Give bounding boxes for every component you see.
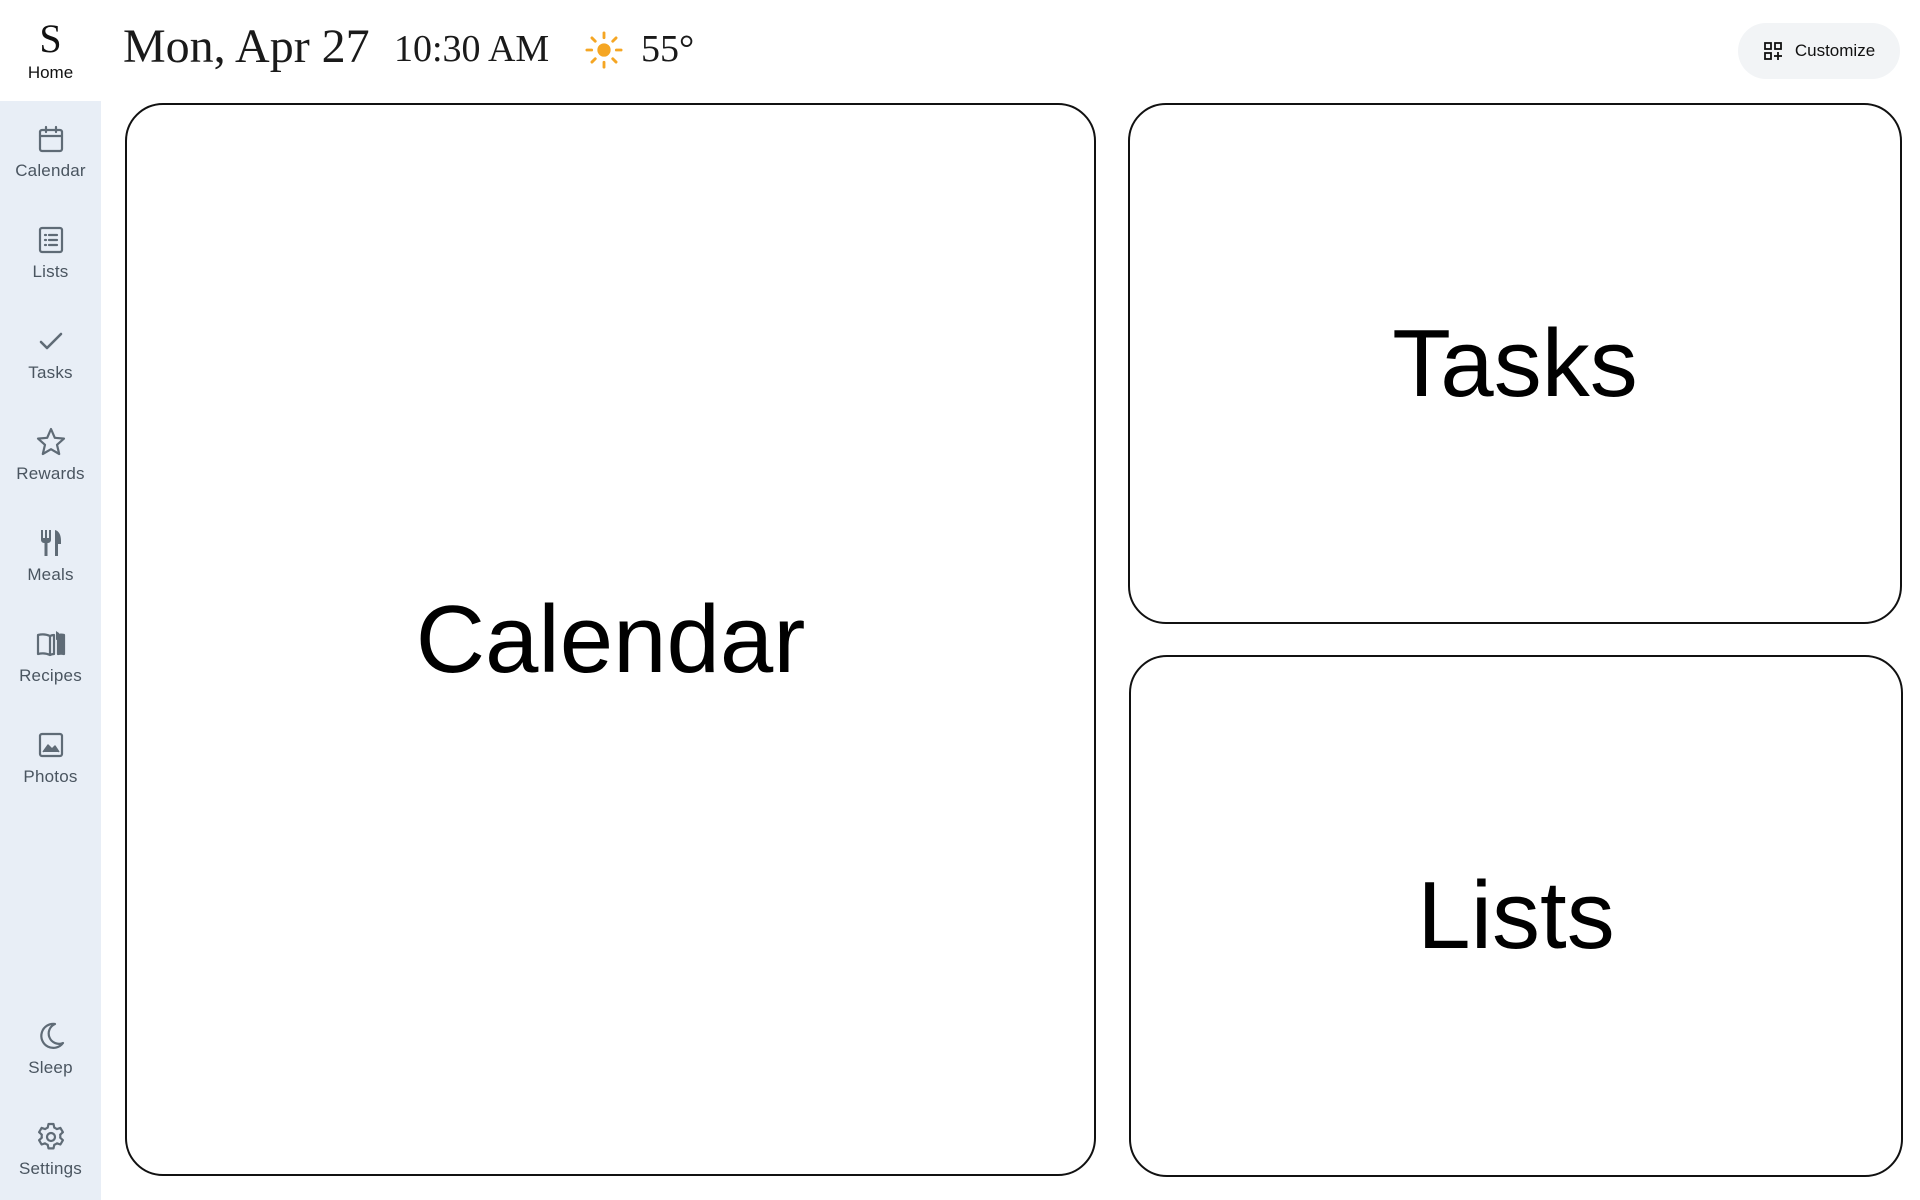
sidebar-item-label: Home xyxy=(27,62,74,82)
sidebar-item-label: Recipes xyxy=(19,666,82,685)
lists-widget[interactable]: Lists xyxy=(1129,655,1903,1177)
calendar-icon xyxy=(38,125,63,153)
customize-button-label: Customize xyxy=(1794,41,1876,60)
date-display: Mon, Apr 27 xyxy=(123,20,370,73)
sidebar-item-label: Meals xyxy=(27,565,74,584)
list-icon xyxy=(38,226,63,254)
widget-title: Tasks xyxy=(1392,309,1638,417)
photo-icon xyxy=(38,732,63,758)
calendar-widget[interactable]: Calendar xyxy=(125,103,1096,1176)
sidebar-item-label: Tasks xyxy=(28,363,73,382)
sidebar-item-rewards[interactable]: Rewards xyxy=(0,410,101,500)
recipe-book-icon xyxy=(36,631,65,657)
sidebar-item-sleep[interactable]: Sleep xyxy=(0,1004,101,1094)
time-display: 10:30 AM xyxy=(394,28,550,70)
app-root: S Home Calendar Lists Tasks Rewards Meal… xyxy=(0,0,1920,1200)
sidebar-item-tasks[interactable]: Tasks xyxy=(0,309,101,399)
moon-icon xyxy=(39,1022,64,1049)
widget-title: Calendar xyxy=(415,585,806,693)
fork-knife-icon xyxy=(40,530,61,556)
tasks-widget[interactable]: Tasks xyxy=(1128,103,1902,624)
sidebar-item-label: Rewards xyxy=(16,464,85,483)
gear-icon xyxy=(37,1122,64,1150)
customize-button[interactable]: Customize xyxy=(1738,23,1900,79)
checkmark-icon xyxy=(39,332,62,350)
sidebar-item-calendar[interactable]: Calendar xyxy=(0,107,101,197)
sidebar-item-settings[interactable]: Settings xyxy=(0,1105,101,1195)
sidebar-item-label: Lists xyxy=(32,262,69,281)
sidebar-item-label: Settings xyxy=(18,1159,83,1178)
sidebar-item-meals[interactable]: Meals xyxy=(0,511,101,601)
sidebar: S Home Calendar Lists Tasks Rewards Meal… xyxy=(0,0,101,1200)
sidebar-item-recipes[interactable]: Recipes xyxy=(0,612,101,702)
grid-add-icon xyxy=(1763,42,1782,60)
app-logo: S xyxy=(39,15,62,61)
star-icon xyxy=(36,427,65,456)
widget-title: Lists xyxy=(1417,862,1615,969)
sidebar-item-label: Sleep xyxy=(28,1058,73,1077)
sidebar-item-lists[interactable]: Lists xyxy=(0,208,101,298)
header: Mon, Apr 27 10:30 AM 55° Customize xyxy=(101,0,1920,101)
sidebar-item-label: Photos xyxy=(23,767,78,786)
sidebar-item-label: Calendar xyxy=(15,161,86,180)
sidebar-item-home[interactable]: S Home xyxy=(0,0,101,101)
sidebar-item-photos[interactable]: Photos xyxy=(0,713,101,803)
temperature-display: 55° xyxy=(641,28,695,70)
sun-icon xyxy=(585,31,623,69)
